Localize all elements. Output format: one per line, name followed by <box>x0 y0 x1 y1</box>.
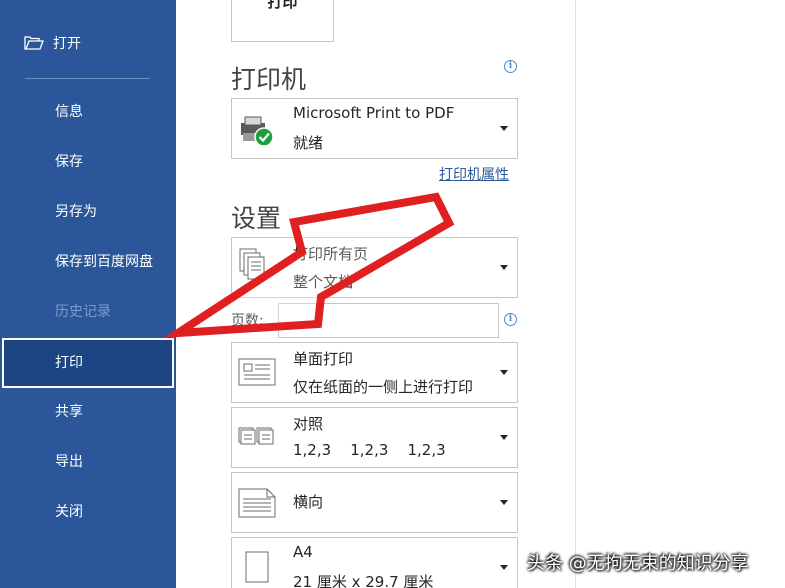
sidebar-item-open[interactable]: 打开 <box>24 32 81 54</box>
sidebar-item-save[interactable]: 保存 <box>0 137 176 187</box>
sidebar-item-history: 历史记录 <box>55 304 111 320</box>
chevron-down-icon <box>500 265 508 270</box>
pages-label: 页数: <box>231 313 264 329</box>
one-sided-icon <box>238 358 276 386</box>
printer-name: Microsoft Print to PDF <box>293 104 455 122</box>
printer-dropdown[interactable]: Microsoft Print to PDF 就绪 <box>231 98 518 159</box>
printer-status: 就绪 <box>293 134 324 152</box>
sidebar-item-save-as[interactable]: 另存为 <box>0 187 176 237</box>
backstage-sidebar: 打开 信息 保存 另存为 保存到百度网盘 历史记录 打印 共享 导出 关闭 <box>0 0 176 588</box>
sides-title: 单面打印 <box>293 350 354 368</box>
paper-size-dropdown[interactable]: A4 21 厘米 x 29.7 厘米 <box>231 537 518 588</box>
printer-ready-icon <box>241 116 274 147</box>
sidebar-item-export[interactable]: 导出 <box>0 437 176 487</box>
print-range-title: 打印所有页 <box>293 245 369 263</box>
preview-divider <box>575 0 576 588</box>
pages-input[interactable] <box>278 303 499 338</box>
watermark-text: 头条 @无拘无束的知识分享 <box>527 553 749 574</box>
sidebar-item-close[interactable]: 关闭 <box>0 487 176 537</box>
sides-desc: 仅在纸面的一侧上进行打印 <box>293 378 474 396</box>
orientation-dropdown[interactable]: 横向 <box>231 472 518 533</box>
print-range-dropdown[interactable]: 打印所有页 整个文档 <box>231 237 518 298</box>
sidebar-item-open-label: 打开 <box>53 36 81 52</box>
sidebar-item-save-to-baidu[interactable]: 保存到百度网盘 <box>0 237 176 287</box>
chevron-down-icon <box>500 500 508 505</box>
page-icon <box>245 551 269 583</box>
info-icon[interactable]: i <box>504 60 517 73</box>
folder-open-icon <box>24 36 44 50</box>
chevron-down-icon <box>500 126 508 131</box>
sidebar-item-info[interactable]: 信息 <box>0 87 176 137</box>
printer-section-title: 打印机 <box>231 65 307 94</box>
back-arrow-icon[interactable] <box>24 0 48 4</box>
sidebar-divider <box>25 78 150 79</box>
landscape-icon <box>238 488 276 518</box>
sides-dropdown[interactable]: 单面打印 仅在纸面的一侧上进行打印 <box>231 342 518 403</box>
settings-section-title: 设置 <box>231 204 282 233</box>
info-icon[interactable]: i <box>504 313 517 326</box>
chevron-down-icon <box>500 435 508 440</box>
printer-properties-link[interactable]: 打印机属性 <box>439 164 509 184</box>
sidebar-item-print[interactable]: 打印 <box>2 338 174 388</box>
sidebar-item-share[interactable]: 共享 <box>0 387 176 437</box>
paper-size-desc: 21 厘米 x 29.7 厘米 <box>293 573 434 588</box>
print-range-desc: 整个文档 <box>293 273 354 291</box>
print-button[interactable]: 打印 <box>231 0 334 42</box>
print-button-label: 打印 <box>267 0 298 11</box>
chevron-down-icon <box>500 370 508 375</box>
collate-desc: 1,2,3 1,2,3 1,2,3 <box>293 441 446 459</box>
collate-icon <box>238 427 274 445</box>
collate-dropdown[interactable]: 对照 1,2,3 1,2,3 1,2,3 <box>231 407 518 468</box>
orientation-title: 横向 <box>293 493 324 511</box>
chevron-down-icon <box>500 565 508 570</box>
all-pages-icon <box>239 248 265 280</box>
paper-size-title: A4 <box>293 543 313 561</box>
collate-title: 对照 <box>293 415 324 433</box>
